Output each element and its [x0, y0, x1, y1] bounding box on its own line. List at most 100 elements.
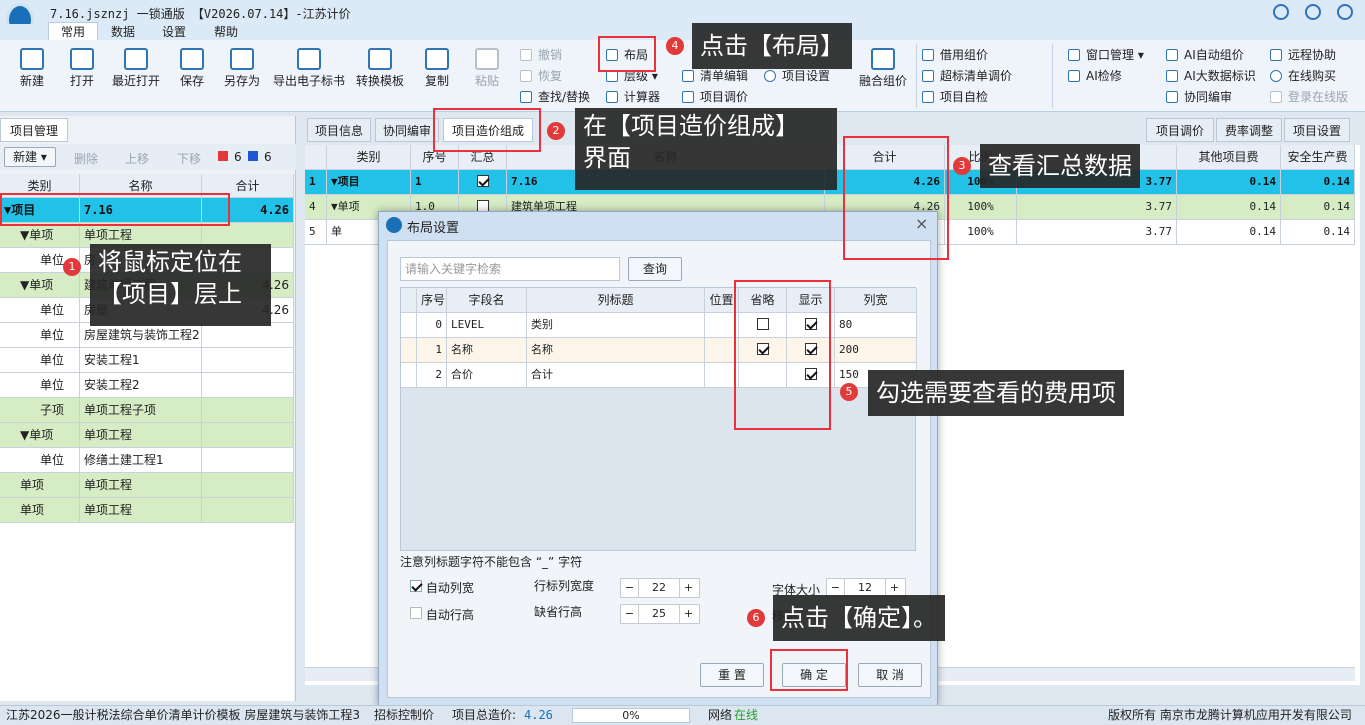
tree-row-type[interactable]: 单位	[0, 373, 80, 398]
convert-template-button[interactable]: 转换模板	[352, 48, 408, 89]
grid-cell-c3[interactable]: 0.14	[1281, 195, 1355, 220]
tree-row-name[interactable]: 单项工程子项	[80, 398, 202, 423]
default-row-height-stepper[interactable]: −25 +	[620, 604, 700, 624]
grid-cell-c2[interactable]: 0.14	[1177, 195, 1281, 220]
grid-cell-ratio[interactable]: 100%	[945, 195, 1017, 220]
save-button[interactable]: 保存	[170, 48, 214, 89]
calculator-button[interactable]: 计算器	[606, 88, 660, 105]
menu-tab-data[interactable]: 数据	[111, 24, 135, 40]
tree-row-name[interactable]: 单项工程	[80, 498, 202, 523]
auto-height-checkbox[interactable]: 自动行高	[410, 606, 474, 623]
tree-row-name[interactable]: 安装工程2	[80, 373, 202, 398]
undo-button[interactable]: 撤销	[520, 46, 562, 63]
auto-width-checkbox[interactable]: 自动列宽	[410, 579, 474, 596]
grid-cell-c2[interactable]: 0.14	[1177, 170, 1281, 195]
save-as-button[interactable]: 另存为	[220, 48, 264, 89]
self-check-button[interactable]: 项目自检	[922, 88, 988, 105]
grid-cell-c2[interactable]: 0.14	[1177, 220, 1281, 245]
grid-cell-c3[interactable]: 0.14	[1281, 170, 1355, 195]
close-icon[interactable]	[1337, 4, 1353, 20]
minimize-icon[interactable]	[1273, 4, 1289, 20]
tree-row-name[interactable]: 单项工程	[80, 473, 202, 498]
new-button[interactable]: 新建	[10, 48, 54, 89]
copy-button[interactable]: 复制	[415, 48, 459, 89]
tree-row-type[interactable]: 单项	[0, 498, 80, 523]
grid-cell-type[interactable]: ▼项目	[327, 170, 411, 195]
menu-tab-home[interactable]: 常用	[48, 22, 98, 42]
new-node-button[interactable]: 新建 ▾	[4, 147, 56, 167]
tree-row-type[interactable]: ▼单项	[0, 273, 80, 298]
export-tender-button[interactable]: 导出电子标书	[270, 48, 348, 89]
collab-review-button[interactable]: 协同编审	[1166, 88, 1232, 105]
move-down-button[interactable]: 下移	[177, 150, 201, 167]
grid-cell-n[interactable]: 1	[305, 170, 327, 195]
tree-row-total[interactable]	[202, 373, 294, 398]
dialog-search-button[interactable]: 查询	[628, 257, 682, 281]
merge-pricing-button[interactable]: 融合组价	[855, 48, 911, 89]
row-header-width-stepper[interactable]: −22 +	[620, 578, 700, 598]
delete-button[interactable]: 删除	[74, 150, 98, 167]
ai-repair-button[interactable]: AI检修	[1068, 67, 1122, 84]
grid-summary-checkbox[interactable]	[459, 170, 507, 195]
open-button[interactable]: 打开	[60, 48, 104, 89]
maximize-icon[interactable]	[1305, 4, 1321, 20]
tree-row-type[interactable]: ▼单项	[0, 423, 80, 448]
grid-cell-n[interactable]: 5	[305, 220, 327, 245]
remote-assist-button[interactable]: 远程协助	[1270, 46, 1336, 63]
tree-row-type[interactable]: 单项	[0, 473, 80, 498]
tab-project-manage[interactable]: 项目管理	[0, 118, 68, 142]
tree-row-total[interactable]	[202, 323, 294, 348]
tree-row-total[interactable]	[202, 398, 294, 423]
tab-price-adjust[interactable]: 项目调价	[1146, 118, 1214, 142]
window-manage-button[interactable]: 窗口管理 ▾	[1068, 46, 1144, 63]
project-price-adjust-button[interactable]: 项目调价	[682, 88, 748, 105]
reset-button[interactable]: 重 置	[700, 663, 764, 687]
move-up-button[interactable]: 上移	[125, 150, 149, 167]
tree-row-total[interactable]	[202, 423, 294, 448]
ai-bigdata-button[interactable]: AI大数据标识	[1166, 67, 1256, 84]
redo-button[interactable]: 恢复	[520, 67, 562, 84]
tree-row-name[interactable]: 房屋建筑与装饰工程2	[80, 323, 202, 348]
login-online-button[interactable]: 登录在线版	[1270, 88, 1348, 105]
tree-row-name[interactable]: 单项工程	[80, 423, 202, 448]
find-replace-button[interactable]: 查找/替换	[520, 88, 590, 105]
grid-cell-ratio[interactable]: 100%	[945, 220, 1017, 245]
grid-cell-c3[interactable]: 0.14	[1281, 220, 1355, 245]
red-flag-icon[interactable]	[218, 151, 228, 161]
blue-flag-icon[interactable]	[248, 151, 258, 161]
grid-cell-n[interactable]: 4	[305, 195, 327, 220]
tree-row-type[interactable]: 单位	[0, 298, 80, 323]
tree-row-type[interactable]: ▼单项	[0, 223, 80, 248]
tree-row-type[interactable]: 单位	[0, 323, 80, 348]
tab-collab-review[interactable]: 协同编审	[375, 118, 439, 142]
grid-cell-seq[interactable]: 1	[411, 170, 459, 195]
tree-row-name[interactable]: 安装工程1	[80, 348, 202, 373]
undo-icon	[520, 49, 532, 61]
tree-row-total[interactable]	[202, 498, 294, 523]
tree-row-type[interactable]: 单位	[0, 448, 80, 473]
tree-row-name[interactable]: 修缮土建工程1	[80, 448, 202, 473]
tab-project-info[interactable]: 项目信息	[307, 118, 371, 142]
ai-auto-pricing-button[interactable]: AI自动组价	[1166, 46, 1244, 63]
online-buy-button[interactable]: 在线购买	[1270, 67, 1336, 84]
summary-checkbox[interactable]	[477, 175, 489, 187]
menu-tab-settings[interactable]: 设置	[162, 24, 186, 40]
over-limit-adjust-button[interactable]: 超标清单调价	[922, 67, 1012, 84]
project-settings-button[interactable]: 项目设置	[764, 67, 830, 84]
recent-button[interactable]: 最近打开	[108, 48, 164, 89]
cancel-button[interactable]: 取 消	[858, 663, 922, 687]
paste-button[interactable]: 粘贴	[465, 48, 509, 89]
tab-project-settings[interactable]: 项目设置	[1284, 118, 1350, 142]
tree-row-total[interactable]	[202, 448, 294, 473]
borrow-pricing-button[interactable]: 借用组价	[922, 46, 988, 63]
tree-row-type[interactable]: 单位	[0, 348, 80, 373]
tree-row-total[interactable]	[202, 348, 294, 373]
bill-edit-button[interactable]: 清单编辑	[682, 67, 748, 84]
dialog-search-input[interactable]: 请输入关键字检索	[400, 257, 620, 281]
tree-row-total[interactable]	[202, 473, 294, 498]
grid-cell-c1[interactable]: 3.77	[1017, 220, 1177, 245]
tree-row-type[interactable]: 子项	[0, 398, 80, 423]
tab-rate-adjust[interactable]: 费率调整	[1216, 118, 1282, 142]
grid-cell-c1[interactable]: 3.77	[1017, 195, 1177, 220]
menu-tab-help[interactable]: 帮助	[214, 24, 238, 40]
